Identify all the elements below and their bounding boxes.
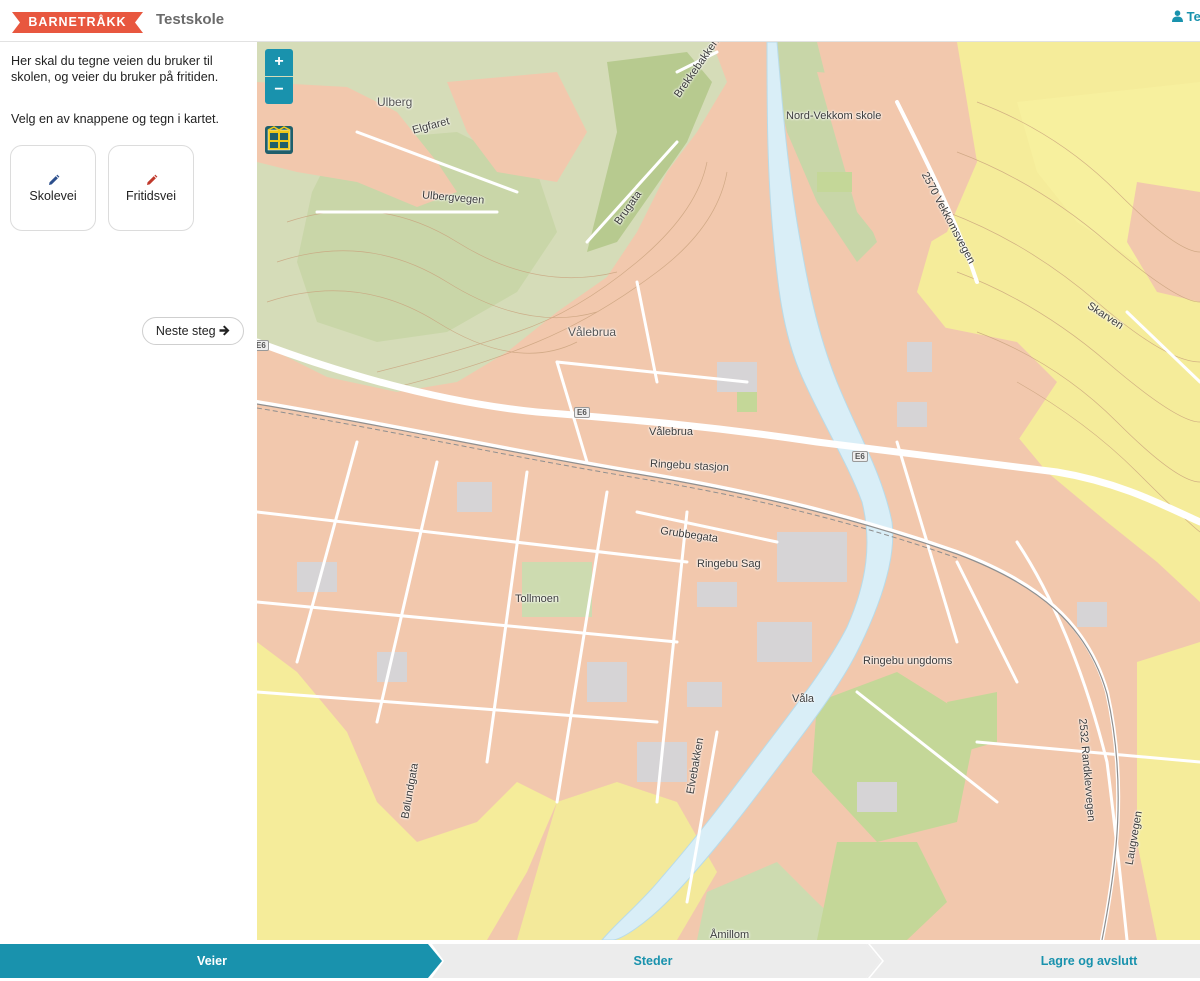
zoom-control: + − (265, 49, 293, 104)
next-step-button[interactable]: Neste steg (142, 317, 244, 345)
map-label-vala: Våla (792, 693, 815, 705)
school-name: Testskole (156, 11, 225, 28)
barnetrakk-logo[interactable]: BARNETRÅKK (12, 12, 143, 33)
step-steder[interactable]: Steder (440, 944, 866, 978)
pencil-icon (147, 174, 158, 185)
map-label-ringebu-sag: Ringebu Sag (697, 558, 761, 570)
zoom-in-button[interactable]: + (265, 49, 293, 76)
e6-shield: E6 (257, 340, 269, 351)
layer-switcher-button[interactable] (265, 126, 293, 154)
next-step-label: Neste steg (155, 324, 216, 338)
skolevei-button[interactable]: Skolevei (10, 145, 96, 231)
step-lagre-og-avslutt[interactable]: Lagre og avslutt (878, 944, 1200, 978)
sidebar: Her skal du tegne veien du bruker til sk… (0, 42, 257, 942)
map-label-valebrua-road: Vålebrua (649, 426, 694, 438)
pencil-icon (49, 174, 60, 185)
user-icon (1172, 10, 1183, 22)
logo-text: BARNETRÅKK (28, 15, 127, 29)
instruction-text: Velg en av knappene og tegn i kartet. (11, 112, 219, 126)
app-header: BARNETRÅKK Testskole Tes (0, 0, 1200, 42)
map-label-amillom: Åmillom (710, 929, 750, 940)
step-navigation: Veier Steder Lagre og avslutt (0, 944, 1200, 978)
arrow-right-icon (219, 325, 230, 336)
map-canvas[interactable]: Ulberg Elgfaret Ulbergvegen Brekkebakken… (257, 42, 1200, 940)
e6-shield: E6 (852, 451, 868, 462)
layers-icon (267, 126, 291, 151)
step-veier[interactable]: Veier (0, 944, 424, 978)
zoom-out-button[interactable]: − (265, 77, 293, 104)
map-label-nord-vekkom: Nord-Vekkom skole (786, 110, 882, 122)
map-label-valebrua-place: Vålebrua (568, 325, 617, 339)
fritidsvei-label: Fritidsvei (125, 189, 176, 203)
e6-shield: E6 (574, 407, 590, 418)
map-label-ulberg: Ulberg (377, 95, 413, 109)
user-name: Tes (1186, 9, 1200, 24)
fritidsvei-button[interactable]: Fritidsvei (108, 145, 194, 231)
map-basemap (257, 42, 1200, 940)
map-label-ringebu-ungdoms: Ringebu ungdoms (863, 655, 953, 667)
skolevei-label: Skolevei (29, 189, 77, 203)
user-menu[interactable]: Tes (1172, 9, 1200, 24)
intro-text: Her skal du tegne veien du bruker til sk… (11, 54, 219, 84)
map-label-tollmoen: Tollmoen (515, 593, 560, 605)
